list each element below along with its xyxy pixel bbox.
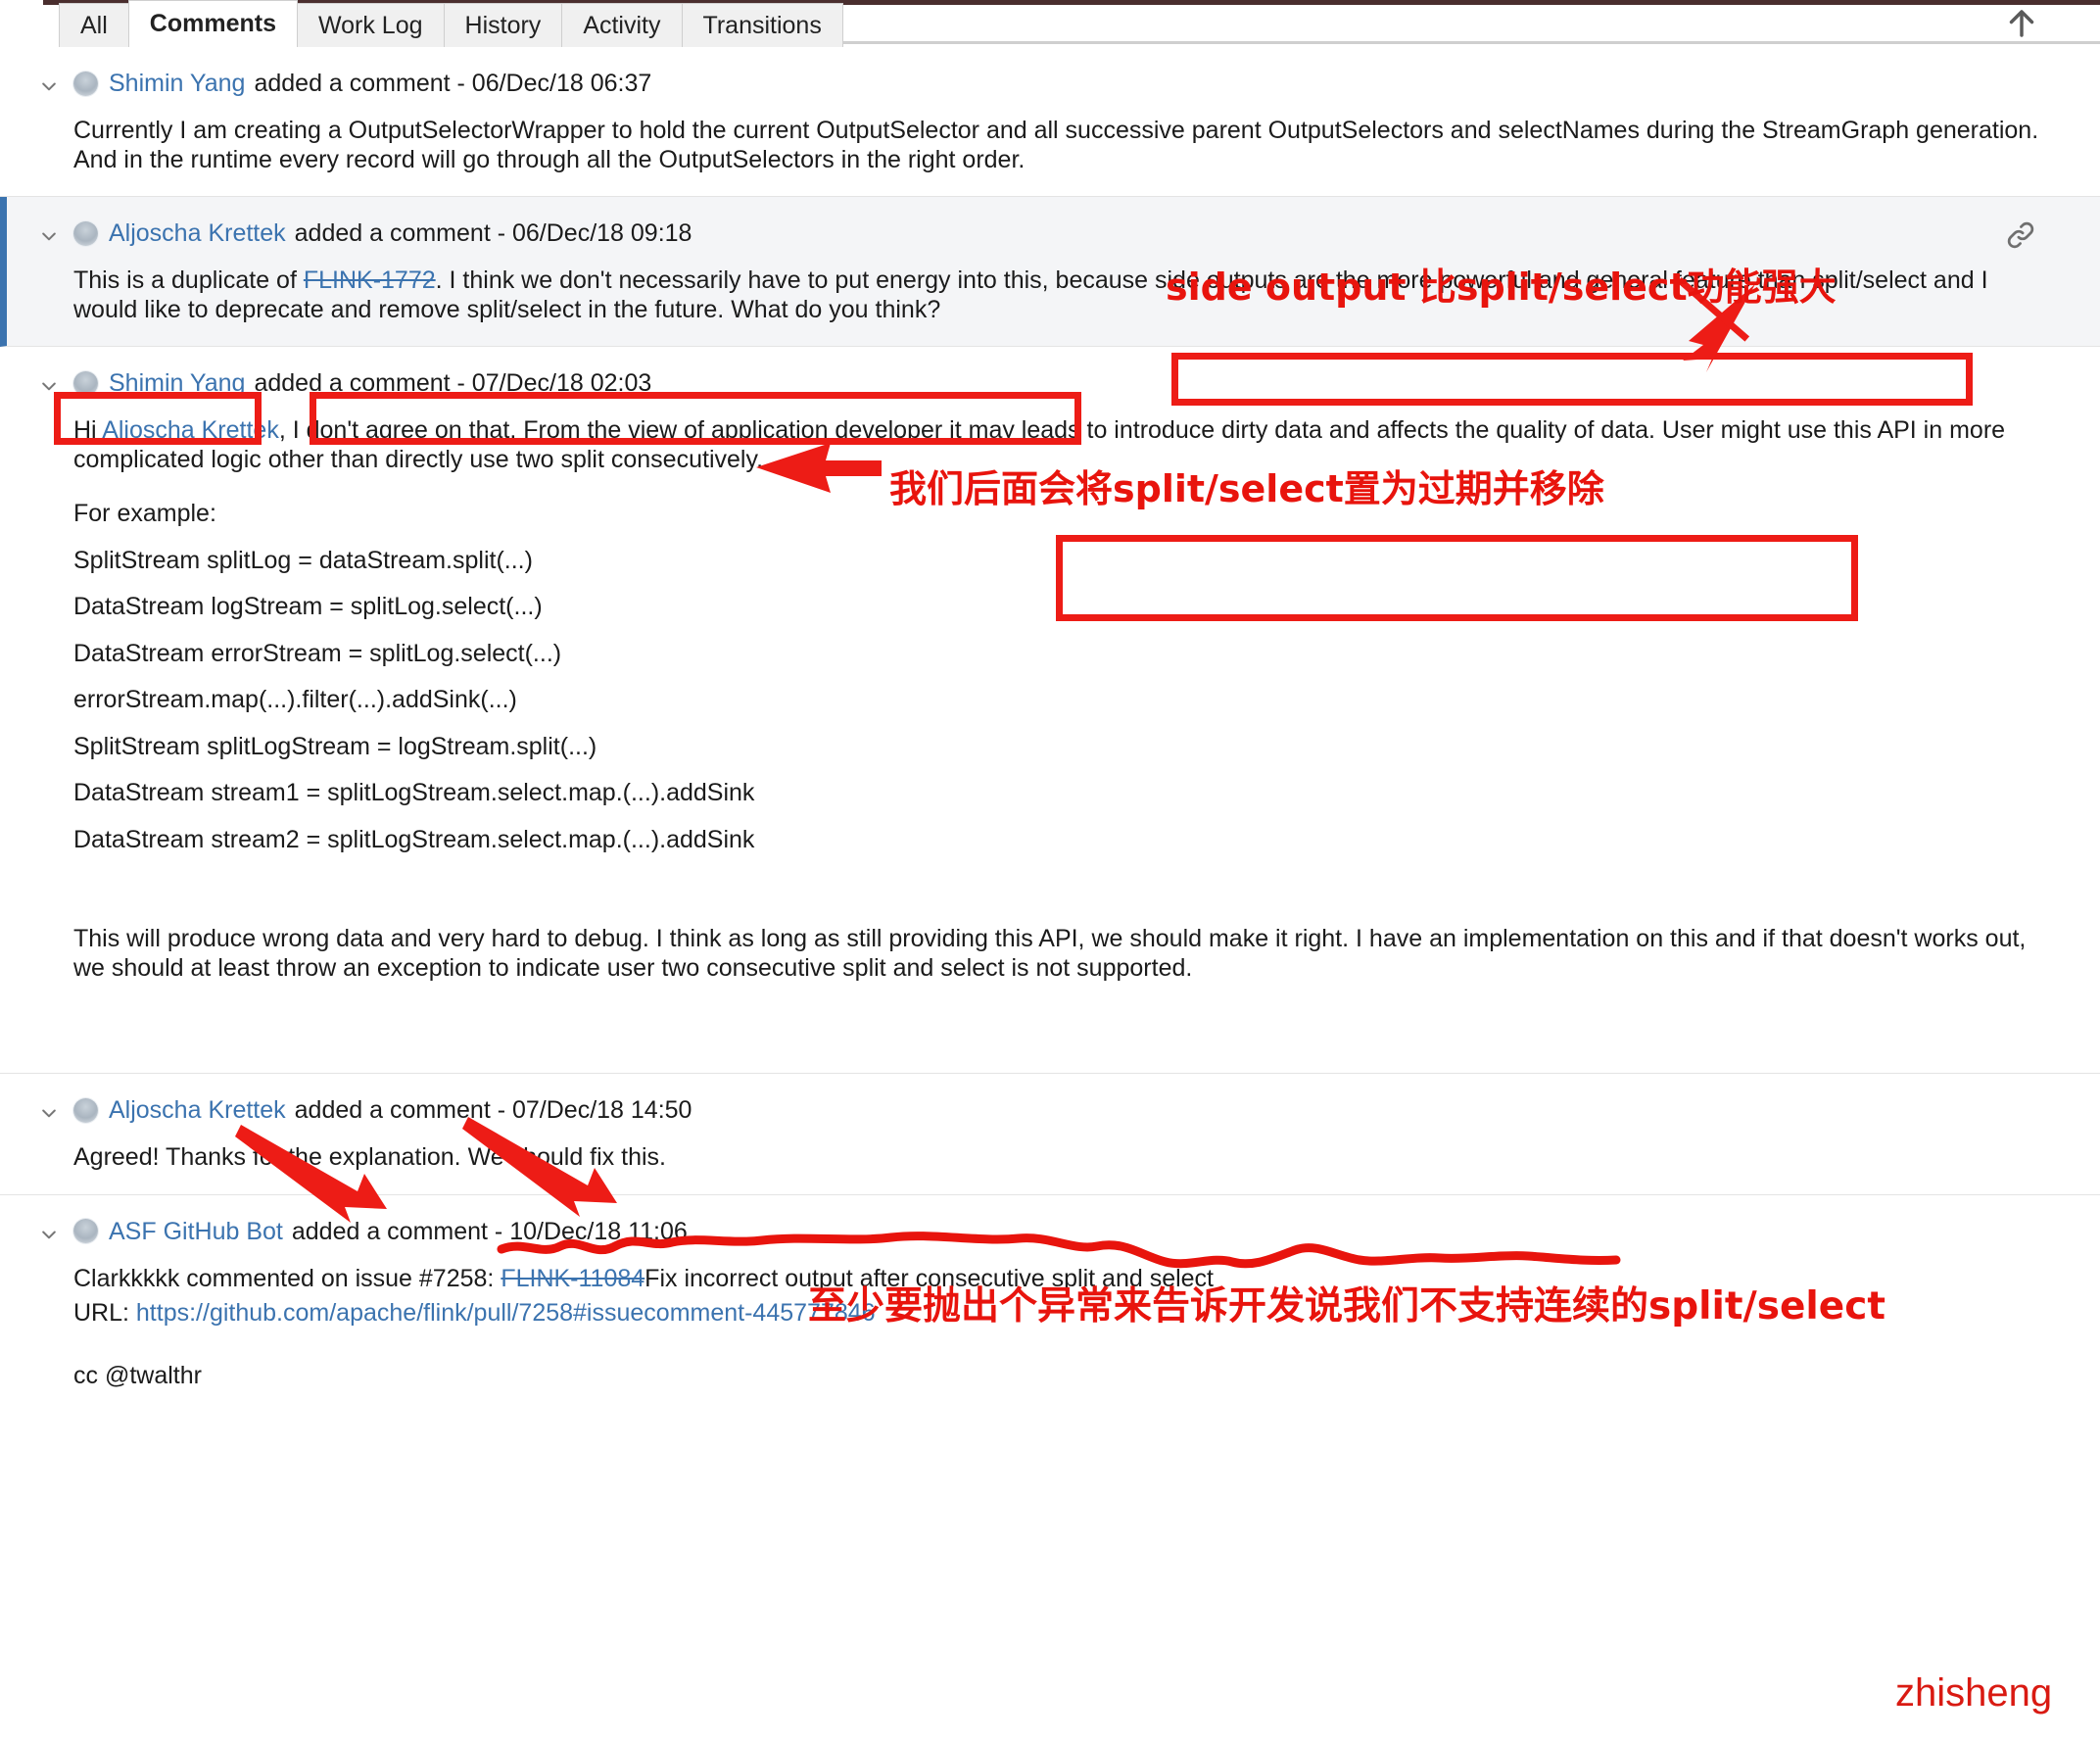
comment-paragraph: Hi Aljoscha Krettek, I don't agree on th…: [73, 416, 2041, 474]
activity-tabbar: All Comments Work Log History Activity T…: [0, 0, 2100, 47]
text-after-link: Fix incorrect output after consecutive s…: [644, 1264, 1215, 1292]
watermark-zhisheng: zhisheng: [1895, 1671, 2053, 1715]
comment-header: Shimin Yang added a comment - 06/Dec/18 …: [42, 69, 2041, 98]
avatar: [73, 1219, 98, 1243]
text-after-link: , I don't agree on that. From the view o…: [73, 416, 2006, 473]
chevron-down-icon[interactable]: [39, 1100, 59, 1120]
comment-header: Aljoscha Krettek added a comment - 07/De…: [42, 1095, 2041, 1125]
tab-comments-label: Comments: [149, 10, 276, 37]
github-url-line: URL: https://github.com/apache/flink/pul…: [73, 1299, 2041, 1329]
comment-body: Currently I am creating a OutputSelector…: [73, 117, 2041, 174]
text-before-link: Clarkkkkk commented on issue #7258:: [73, 1264, 501, 1292]
comment-item: Shimin Yang added a comment - 07/Dec/18 …: [0, 347, 2100, 1074]
comment-author[interactable]: Aljoscha Krettek: [109, 218, 286, 248]
comment-body: This is a duplicate of FLINK-1772. I thi…: [73, 266, 2041, 324]
comment-meta: added a comment - 06/Dec/18 09:18: [294, 219, 692, 247]
comment-paragraph: Agreed! Thanks for the explanation. We s…: [73, 1143, 666, 1171]
user-mention-link[interactable]: Aljoscha Krettek: [102, 416, 279, 444]
chevron-down-icon[interactable]: [39, 223, 59, 243]
tab-all-label: All: [80, 11, 108, 39]
tab-transitions[interactable]: Transitions: [681, 3, 843, 47]
avatar: [73, 220, 98, 246]
code-line: SplitStream splitLog = dataStream.split(…: [73, 546, 533, 574]
tab-all[interactable]: All: [59, 3, 129, 47]
comment-body: Agreed! Thanks for the explanation. We s…: [73, 1143, 2041, 1173]
code-line: SplitStream splitLogStream = logStream.s…: [73, 732, 597, 760]
github-pull-request-link[interactable]: https://github.com/apache/flink/pull/725…: [136, 1299, 876, 1327]
tab-work-log[interactable]: Work Log: [296, 3, 445, 47]
tab-history[interactable]: History: [443, 3, 563, 47]
comment-meta: added a comment - 06/Dec/18 06:37: [254, 70, 652, 97]
comment-author[interactable]: ASF GitHub Bot: [109, 1217, 283, 1246]
issue-activity-panel: All Comments Work Log History Activity T…: [0, 0, 2100, 1740]
tab-activity-label: Activity: [583, 11, 661, 39]
comment-paragraph: This is a duplicate of FLINK-1772. I thi…: [73, 266, 2041, 324]
avatar: [73, 1097, 98, 1123]
avatar: [73, 370, 98, 396]
tab-transitions-label: Transitions: [702, 11, 822, 39]
comment-body: Clarkkkkk commented on issue #7258: FLIN…: [73, 1265, 2041, 1391]
tab-work-log-label: Work Log: [317, 11, 423, 39]
chevron-down-icon[interactable]: [39, 373, 59, 393]
code-line: DataStream errorStream = splitLog.select…: [73, 639, 562, 667]
issue-link-flink-1772[interactable]: FLINK-1772: [304, 266, 436, 294]
comment-item: Aljoscha Krettek added a comment - 07/De…: [0, 1074, 2100, 1195]
chevron-down-icon[interactable]: [39, 1222, 59, 1241]
chevron-down-icon[interactable]: [39, 73, 59, 93]
avatar: [73, 71, 98, 96]
comment-meta: added a comment - 07/Dec/18 02:03: [254, 369, 652, 397]
comment-meta: added a comment - 07/Dec/18 14:50: [294, 1096, 692, 1124]
tab-comments[interactable]: Comments: [127, 0, 298, 47]
comment-header: Aljoscha Krettek added a comment - 06/De…: [42, 218, 2041, 248]
arrow-up-icon[interactable]: [2004, 6, 2039, 41]
comment-paragraph-last: This will produce wrong data and very ha…: [73, 925, 2027, 982]
comment-header: Shimin Yang added a comment - 07/Dec/18 …: [42, 368, 2041, 398]
comment-author[interactable]: Shimin Yang: [109, 69, 245, 98]
text-before-link: Hi: [73, 416, 103, 444]
tab-activity[interactable]: Activity: [561, 3, 683, 47]
comment-author[interactable]: Aljoscha Krettek: [109, 1095, 286, 1125]
comment-paragraph: Currently I am creating a OutputSelector…: [73, 117, 2039, 173]
issue-link-flink-11084[interactable]: FLINK-11084: [501, 1265, 644, 1292]
github-comment-line: Clarkkkkk commented on issue #7258: FLIN…: [73, 1265, 2041, 1294]
comment-item-highlighted: Aljoscha Krettek added a comment - 06/De…: [0, 197, 2100, 347]
comment-author[interactable]: Shimin Yang: [109, 368, 245, 398]
comment-body: Hi Aljoscha Krettek, I don't agree on th…: [73, 416, 2041, 983]
comment-paragraph-example: For example:: [73, 500, 216, 527]
url-label: URL:: [73, 1299, 136, 1327]
text-before-link: This is a duplicate of: [73, 266, 304, 294]
comment-meta: added a comment - 10/Dec/18 11:06: [291, 1217, 688, 1245]
tab-history-label: History: [464, 11, 542, 39]
comment-item: ASF GitHub Bot added a comment - 10/Dec/…: [0, 1195, 2100, 1413]
code-line: DataStream stream2 = splitLogStream.sele…: [73, 825, 755, 853]
code-line: errorStream.map(...).filter(...).addSink…: [73, 686, 517, 713]
code-line: DataStream stream1 = splitLogStream.sele…: [73, 779, 755, 806]
github-cc-line: cc @twalthr: [73, 1361, 202, 1389]
comment-header: ASF GitHub Bot added a comment - 10/Dec/…: [42, 1217, 2041, 1246]
comment-item: Shimin Yang added a comment - 06/Dec/18 …: [0, 47, 2100, 197]
comment-list: Shimin Yang added a comment - 06/Dec/18 …: [0, 47, 2100, 1412]
code-line: DataStream logStream = splitLog.select(.…: [73, 593, 543, 620]
